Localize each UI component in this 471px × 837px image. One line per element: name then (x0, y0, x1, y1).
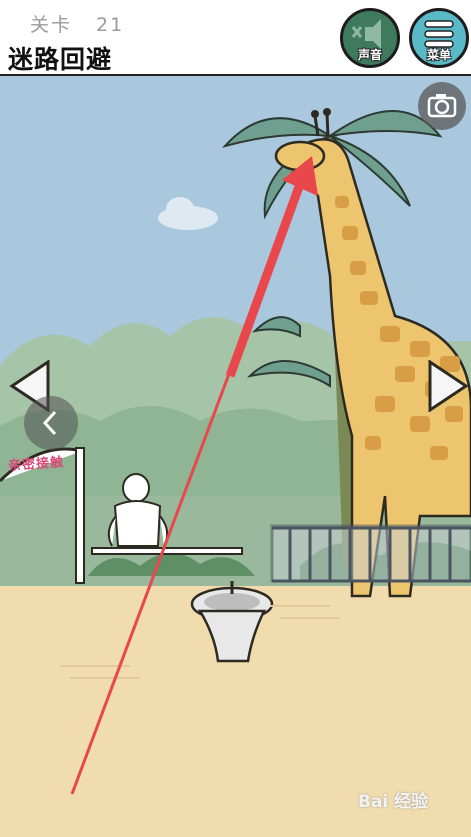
camera-button[interactable] (418, 82, 466, 130)
level-title: 迷路回避 (8, 45, 113, 74)
triangle-right-icon (428, 359, 469, 413)
back-button[interactable] (24, 396, 78, 450)
camera-icon (427, 94, 457, 118)
chevron-left-icon (42, 410, 57, 436)
level-indicator: 关卡 21 (30, 10, 124, 37)
scene-artwork (0, 76, 471, 837)
level-label: 关卡 (30, 14, 73, 36)
watermark: Bai 经验 (358, 792, 429, 812)
game-scene (0, 76, 471, 837)
level-number: 21 (96, 14, 125, 36)
railing (270, 524, 471, 583)
sound-label: 声音 (357, 48, 382, 62)
next-scene-button[interactable] (426, 359, 470, 416)
gate-sign: 亲密接触 (7, 455, 65, 474)
top-bar: 关卡 21 迷路回避 声音 菜单 (0, 0, 471, 76)
menu-button[interactable]: 菜单 (409, 8, 469, 68)
menu-label: 菜单 (426, 48, 451, 62)
sound-button[interactable]: 声音 (340, 8, 400, 68)
